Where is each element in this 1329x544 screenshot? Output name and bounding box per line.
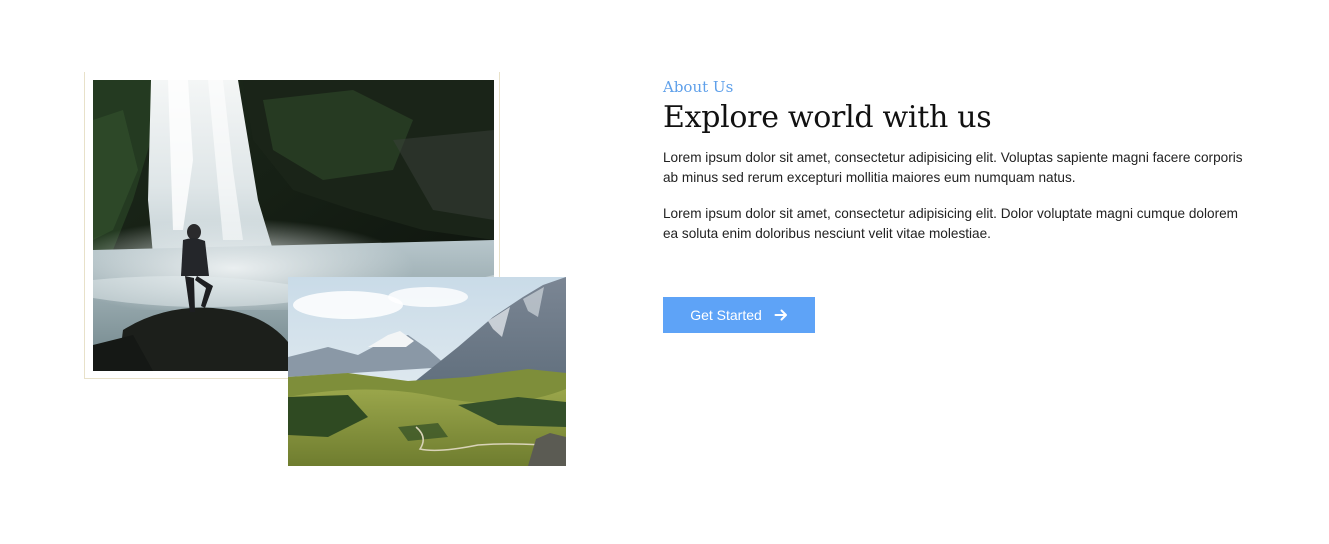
section-eyebrow: About Us [663,78,734,96]
mountain-valley-photo [288,277,566,466]
valley-illustration [288,277,566,466]
section-title: Explore world with us [663,100,992,135]
about-paragraph-1: Lorem ipsum dolor sit amet, consectetur … [663,150,1243,185]
get-started-label: Get Started [690,307,762,323]
about-image-collage [0,0,620,544]
arrow-right-glyph [774,309,787,321]
get-started-button[interactable]: Get Started [663,297,815,333]
arrow-right-icon [774,308,788,322]
about-content: About Us Explore world with us Lorem ips… [663,74,1243,244]
about-paragraph-2: Lorem ipsum dolor sit amet, consectetur … [663,206,1238,241]
